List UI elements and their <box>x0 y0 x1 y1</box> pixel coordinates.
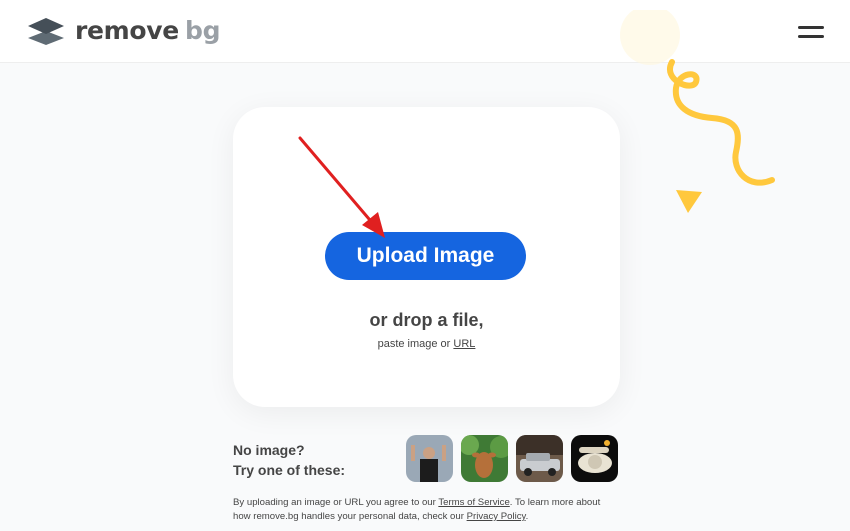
sample-images-row <box>406 435 618 482</box>
menu-line-icon <box>798 26 824 29</box>
phone-sample-icon <box>571 435 618 482</box>
person-sample-icon <box>406 435 453 482</box>
legal-disclaimer: By uploading an image or URL you agree t… <box>233 497 601 522</box>
hamburger-menu-button[interactable] <box>798 24 826 40</box>
top-header: remove bg <box>0 0 850 63</box>
url-link[interactable]: URL <box>453 338 475 350</box>
sample-image-person[interactable] <box>406 435 453 482</box>
sample-images-label: No image? Try one of these: <box>233 442 346 478</box>
animal-sample-icon <box>461 435 508 482</box>
menu-line-icon <box>798 35 824 38</box>
terms-of-service-link[interactable]: Terms of Service <box>438 497 509 508</box>
logo-text: remove bg <box>75 16 221 45</box>
paste-image-text: paste image or URL <box>377 338 476 350</box>
drop-file-text: or drop a file, <box>369 310 484 330</box>
stack-logo-icon <box>28 17 64 45</box>
upload-image-button[interactable]: Upload Image <box>325 232 526 280</box>
sample-image-car[interactable] <box>516 435 563 482</box>
privacy-policy-link[interactable]: Privacy Policy <box>467 511 526 522</box>
car-sample-icon <box>516 435 563 482</box>
sample-image-phone[interactable] <box>571 435 618 482</box>
sample-image-animal[interactable] <box>461 435 508 482</box>
upload-card[interactable]: Upload Image or drop a file, paste image… <box>233 107 620 407</box>
removebg-logo[interactable]: remove bg <box>27 16 220 45</box>
